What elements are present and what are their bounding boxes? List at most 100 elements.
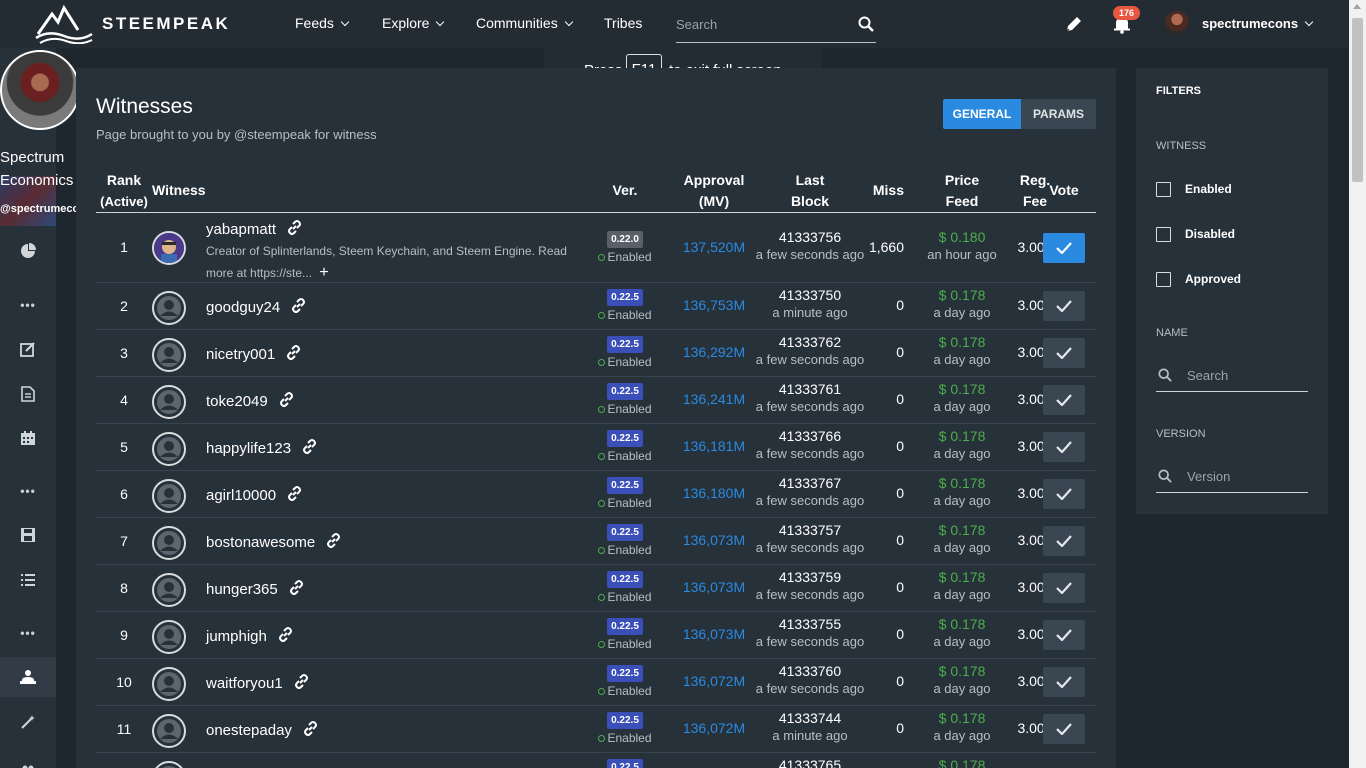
- sidebar-item-schedule[interactable]: [0, 418, 56, 458]
- pencil-icon[interactable]: [1064, 14, 1084, 34]
- filter-approved-checkbox[interactable]: [1156, 272, 1171, 287]
- witness-avatar[interactable]: [152, 620, 186, 654]
- vote-button[interactable]: [1043, 526, 1085, 556]
- header-miss[interactable]: Miss: [844, 180, 904, 201]
- witness-avatar[interactable]: [152, 231, 186, 265]
- sidebar-item-tools[interactable]: [0, 702, 56, 742]
- vote-button[interactable]: [1043, 620, 1085, 650]
- witness-avatar[interactable]: [152, 573, 186, 607]
- sidebar-item-stats[interactable]: [0, 231, 56, 271]
- search-icon[interactable]: [858, 16, 874, 32]
- witness-name-text[interactable]: happylife123: [206, 440, 291, 457]
- table-row[interactable]: 2 goodguy24 0.22.5 Enabled 136,753M 41333750 a…: [96, 283, 1096, 330]
- search-input[interactable]: [676, 14, 846, 34]
- vote-button[interactable]: [1043, 479, 1085, 509]
- table-row[interactable]: 4 toke2049 0.22.5 Enabled 136,241M 41333761 a …: [96, 377, 1096, 424]
- nav-explore[interactable]: Explore: [382, 15, 445, 31]
- page-scrollbar[interactable]: [1349, 0, 1366, 768]
- witness-avatar[interactable]: [152, 667, 186, 701]
- expand-plus-icon[interactable]: +: [319, 264, 328, 281]
- brand-name[interactable]: STEEMPEAK: [102, 14, 230, 34]
- link-icon[interactable]: [290, 297, 307, 314]
- witness-name-text[interactable]: toke2049: [206, 393, 268, 410]
- sidebar-item-lists[interactable]: [0, 560, 56, 600]
- vote-button[interactable]: [1043, 714, 1085, 744]
- witness-name-text[interactable]: jumphigh: [206, 628, 267, 645]
- witness-name-text[interactable]: goodguy24: [206, 299, 280, 316]
- filter-disabled-label[interactable]: Disabled: [1185, 227, 1235, 241]
- sidebar-item-drafts[interactable]: [0, 374, 56, 414]
- table-row[interactable]: 3 nicetry001 0.22.5 Enabled 136,292M 41333762…: [96, 330, 1096, 377]
- nav-feeds[interactable]: Feeds: [295, 15, 350, 31]
- filter-disabled-checkbox[interactable]: [1156, 227, 1171, 242]
- link-icon[interactable]: [277, 626, 294, 643]
- vote-button[interactable]: [1043, 385, 1085, 415]
- filter-approved-label[interactable]: Approved: [1185, 272, 1241, 286]
- table-row[interactable]: 1 yabapmatt Creator of Splinterlands, Stee…: [96, 213, 1096, 283]
- witness-avatar[interactable]: [152, 432, 186, 466]
- tab-params[interactable]: PARAMS: [1021, 99, 1096, 129]
- nav-communities[interactable]: Communities: [476, 15, 573, 31]
- witness-name-text[interactable]: agirl10000: [206, 487, 276, 504]
- witness-name-text[interactable]: nicetry001: [206, 346, 275, 363]
- witness-name-text[interactable]: bostonawesome: [206, 534, 315, 551]
- notification-badge[interactable]: 176: [1113, 6, 1141, 20]
- witness-name-text[interactable]: hunger365: [206, 581, 278, 598]
- filter-version-input[interactable]: [1187, 469, 1302, 484]
- link-icon[interactable]: [288, 579, 305, 596]
- tab-general[interactable]: GENERAL: [943, 99, 1021, 129]
- scroll-up-icon[interactable]: [1353, 4, 1361, 9]
- filter-name-input[interactable]: [1187, 368, 1302, 383]
- witness-name-text[interactable]: yabapmatt: [206, 221, 276, 238]
- vote-button[interactable]: [1043, 338, 1085, 368]
- scroll-thumb[interactable]: [1352, 18, 1363, 182]
- witness-name-text[interactable]: waitforyou1: [206, 675, 283, 692]
- table-row[interactable]: 10 waitforyou1 0.22.5 Enabled 136,072M 413337…: [96, 659, 1096, 706]
- nav-tribes[interactable]: Tribes: [604, 15, 642, 31]
- table-row[interactable]: 9 jumphigh 0.22.5 Enabled 136,073M 41333755 a …: [96, 612, 1096, 659]
- witness-name-text[interactable]: onestepaday: [206, 722, 292, 739]
- witness-avatar[interactable]: [152, 761, 186, 768]
- table-row[interactable]: 5 happylife123 0.22.5 Enabled 136,181M 413337…: [96, 424, 1096, 471]
- header-rank[interactable]: Rank (Active): [96, 170, 152, 212]
- witness-avatar[interactable]: [152, 714, 186, 748]
- profile-avatar[interactable]: [0, 50, 80, 130]
- witness-avatar[interactable]: [152, 385, 186, 419]
- sidebar-more-2[interactable]: •••: [0, 471, 56, 511]
- link-icon[interactable]: [285, 344, 302, 361]
- user-menu[interactable]: spectrumecons: [1202, 16, 1314, 31]
- witness-avatar[interactable]: [152, 479, 186, 513]
- link-icon[interactable]: [278, 391, 295, 408]
- vote-button[interactable]: [1043, 291, 1085, 321]
- header-version[interactable]: Ver.: [596, 180, 654, 201]
- link-icon[interactable]: [302, 720, 319, 737]
- link-icon[interactable]: [301, 438, 318, 455]
- vote-button[interactable]: [1043, 233, 1085, 263]
- witness-avatar[interactable]: [152, 291, 186, 325]
- sidebar-more-1[interactable]: •••: [0, 285, 56, 325]
- table-row[interactable]: 11 onestepaday 0.22.5 Enabled 136,072M 413337…: [96, 706, 1096, 753]
- table-row[interactable]: 0.22.5 41333765 $ 0.178: [96, 753, 1096, 768]
- witness-avatar[interactable]: [152, 338, 186, 372]
- link-icon[interactable]: [325, 532, 342, 549]
- sidebar-item-witnesses[interactable]: [0, 657, 56, 697]
- sidebar-item-saved[interactable]: [0, 515, 56, 555]
- table-row[interactable]: 8 hunger365 0.22.5 Enabled 136,073M 41333759 a…: [96, 565, 1096, 612]
- table-row[interactable]: 6 agirl10000 0.22.5 Enabled 136,180M 41333767…: [96, 471, 1096, 518]
- user-avatar[interactable]: [1165, 11, 1189, 35]
- link-icon[interactable]: [286, 219, 303, 236]
- sidebar-item-extra[interactable]: [0, 748, 56, 768]
- filter-enabled-label[interactable]: Enabled: [1185, 182, 1232, 196]
- sidebar-more-3[interactable]: •••: [0, 613, 56, 653]
- steempeak-logo-icon[interactable]: [34, 4, 94, 44]
- header-witness[interactable]: Witness: [152, 180, 206, 201]
- vote-button[interactable]: [1043, 573, 1085, 603]
- sidebar-item-write[interactable]: [0, 329, 56, 369]
- witness-avatar[interactable]: [152, 526, 186, 560]
- table-row[interactable]: 7 bostonawesome 0.22.5 Enabled 136,073M 41333…: [96, 518, 1096, 565]
- link-icon[interactable]: [293, 673, 310, 690]
- link-icon[interactable]: [286, 485, 303, 502]
- vote-button[interactable]: [1043, 667, 1085, 697]
- filter-enabled-checkbox[interactable]: [1156, 182, 1171, 197]
- vote-button[interactable]: [1043, 432, 1085, 462]
